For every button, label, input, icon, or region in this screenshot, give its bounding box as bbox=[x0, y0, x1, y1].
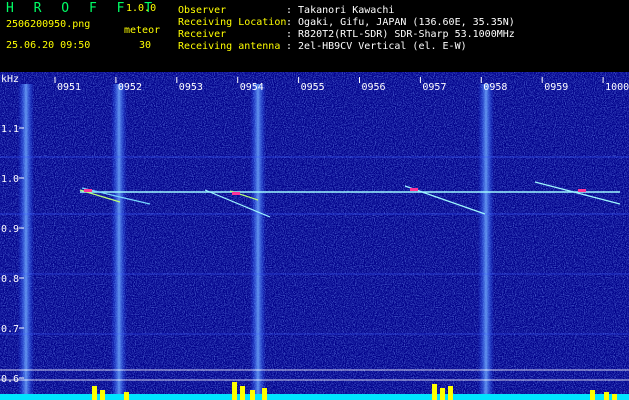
y-tick-label: 0.6 bbox=[1, 374, 19, 385]
level-spike bbox=[590, 390, 595, 400]
image-filename: 2506200950.png bbox=[6, 19, 91, 30]
antenna-label: Receiving antenna bbox=[178, 41, 281, 52]
level-spike bbox=[448, 386, 453, 400]
meteor-echo bbox=[578, 189, 586, 192]
x-tick-label: 0957 bbox=[422, 82, 446, 93]
timestamp: 25.06.20 09:50 bbox=[6, 40, 91, 51]
receiver-value: : R820T2(RTL-SDR) SDR-Sharp 53.1000MHz bbox=[286, 29, 515, 40]
x-tick-label: 0951 bbox=[57, 82, 81, 93]
antenna-value: : 2el-HB9CV Vertical (el. E-W) bbox=[286, 41, 467, 52]
x-tick-label: 0958 bbox=[483, 82, 507, 93]
observer-label: Observer bbox=[178, 5, 227, 16]
location-label: Receiving Location bbox=[178, 17, 287, 28]
meteor-echo bbox=[84, 189, 92, 192]
y-tick-label: 0.8 bbox=[1, 274, 19, 285]
receiver-label: Receiver bbox=[178, 29, 227, 40]
meteor-echo bbox=[410, 188, 418, 191]
observer-value: : Takanori Kawachi bbox=[286, 5, 395, 16]
y-tick-label: 1.0 bbox=[1, 174, 19, 185]
x-tick-label: 0953 bbox=[179, 82, 203, 93]
spectrogram-plot: kHz 1.1 1.0 0.9 0.8 0.7 0.6 0951 0952 0953 0954 0… bbox=[0, 72, 629, 400]
count-label: meteor bbox=[124, 25, 161, 36]
header-panel: H R O F F T 1.0.0 2506200950.png meteor … bbox=[0, 0, 629, 72]
y-tick-label: 1.1 bbox=[1, 124, 19, 135]
spectrogram-noise bbox=[0, 72, 629, 400]
level-spike bbox=[92, 386, 97, 400]
level-spike bbox=[100, 390, 105, 400]
noise-band bbox=[250, 84, 266, 400]
x-tick-label: 0952 bbox=[118, 82, 142, 93]
x-tick-label: 0955 bbox=[301, 82, 325, 93]
x-tick-label: 0954 bbox=[240, 82, 264, 93]
x-tick-label: 0959 bbox=[544, 82, 568, 93]
level-spike bbox=[604, 392, 609, 400]
y-axis-unit: kHz bbox=[1, 74, 19, 85]
meteor-echo bbox=[232, 192, 240, 195]
meteor-count: 30 bbox=[139, 40, 152, 51]
level-spike bbox=[240, 386, 245, 400]
x-tick-label: 1000 bbox=[605, 82, 629, 93]
noise-band bbox=[18, 84, 34, 400]
y-tick-label: 0.9 bbox=[1, 224, 19, 235]
x-tick-label: 0956 bbox=[362, 82, 386, 93]
noise-band bbox=[111, 84, 127, 400]
level-spike bbox=[250, 390, 255, 400]
level-spike bbox=[232, 382, 237, 400]
level-spike bbox=[262, 388, 267, 400]
noise-band bbox=[478, 84, 494, 400]
level-spike bbox=[124, 392, 129, 400]
level-spike bbox=[432, 384, 437, 400]
y-tick-label: 0.7 bbox=[1, 324, 19, 335]
location-value: : Ogaki, Gifu, JAPAN (136.60E, 35.35N) bbox=[286, 17, 515, 28]
app-version: 1.0.0 bbox=[126, 3, 157, 14]
level-spike bbox=[612, 394, 617, 400]
level-spike bbox=[440, 388, 445, 400]
